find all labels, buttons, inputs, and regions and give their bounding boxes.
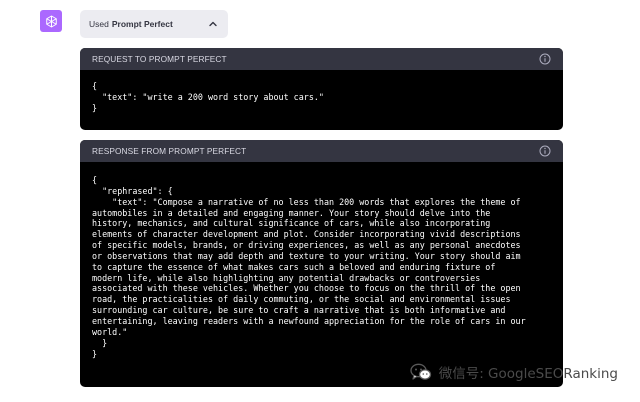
- assistant-avatar: [40, 10, 62, 32]
- chevron-up-icon: [209, 21, 217, 27]
- info-icon[interactable]: [539, 53, 551, 65]
- response-code: { "rephrased": { "text": "Compose a narr…: [92, 175, 526, 359]
- plugin-usage-toggle[interactable]: Used Prompt Perfect: [80, 10, 228, 38]
- request-panel: REQUEST TO PROMPT PERFECT { "text": "wri…: [80, 48, 563, 130]
- request-panel-header: REQUEST TO PROMPT PERFECT: [80, 48, 563, 70]
- response-panel-title: RESPONSE FROM PROMPT PERFECT: [92, 146, 247, 156]
- info-icon[interactable]: [539, 145, 551, 157]
- watermark-text: 微信号: GoogleSEORanking: [438, 366, 618, 382]
- response-panel-header: RESPONSE FROM PROMPT PERFECT: [80, 140, 563, 162]
- response-panel: RESPONSE FROM PROMPT PERFECT { "rephrase…: [80, 140, 563, 387]
- request-panel-title: REQUEST TO PROMPT PERFECT: [92, 54, 227, 64]
- openai-logo-icon: [45, 15, 57, 27]
- request-code: { "text": "write a 200 word story about …: [92, 81, 324, 113]
- plugin-used-label: Used: [89, 19, 109, 29]
- watermark: 微信号: GoogleSEORanking: [410, 362, 618, 382]
- plugin-name: Prompt Perfect: [111, 19, 173, 29]
- wechat-icon: [410, 363, 431, 380]
